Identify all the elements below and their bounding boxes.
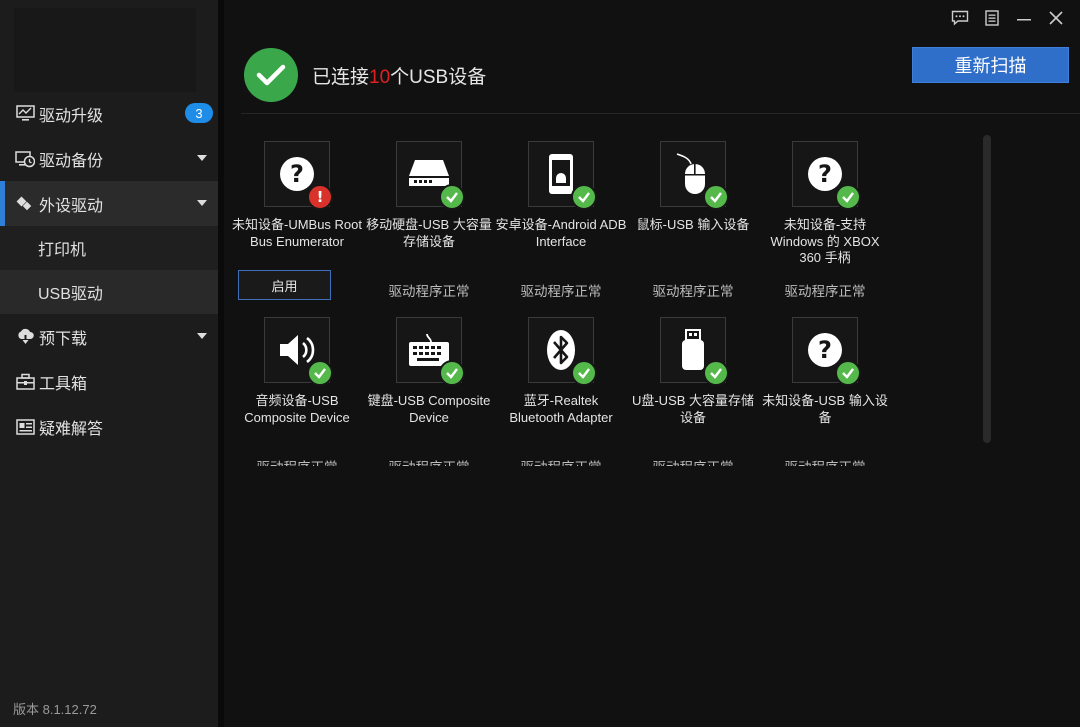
sidebar-item-peripheral-drivers[interactable]: 外设驱动: [0, 181, 218, 226]
monitor-icon: [15, 104, 35, 124]
check-badge-icon: [703, 184, 729, 210]
chevron-down-icon: [197, 155, 207, 161]
logo-area: [14, 8, 196, 92]
update-count-badge: 3: [185, 103, 213, 123]
sidebar-item-label: 工具箱: [39, 375, 88, 393]
driver-status: 驱动程序正常: [520, 284, 602, 299]
enable-button[interactable]: 启用: [238, 270, 331, 300]
cloud-download-icon: [15, 327, 35, 347]
driver-status: 驱动程序正常: [363, 456, 495, 466]
driver-status: 驱动程序正常: [652, 284, 734, 299]
sidebar-item-toolbox[interactable]: 工具箱: [0, 359, 218, 404]
check-badge-icon: [703, 360, 729, 386]
android-phone-icon: [528, 141, 597, 210]
peripheral-icon: [15, 194, 35, 214]
question-icon: ?: [792, 141, 861, 210]
device-name: 未知设备-USB 输入设备: [762, 393, 888, 425]
hard-drive-icon: [396, 141, 465, 210]
sidebar-item-printer[interactable]: 打印机: [0, 226, 218, 270]
close-icon[interactable]: [1042, 6, 1070, 30]
sidebar-item-label: 疑难解答: [39, 420, 104, 438]
question-icon: ?: [792, 317, 861, 386]
question-icon: ? !: [264, 141, 333, 210]
device-name: 鼠标-USB 输入设备: [636, 217, 750, 232]
speaker-icon: [264, 317, 333, 386]
driver-status: 驱动程序正常: [627, 456, 759, 466]
device-name: 未知设备-支持Windows 的 XBOX 360 手柄: [770, 217, 880, 265]
version-label: 版本 8.1.12.72: [13, 702, 97, 717]
menu-icon[interactable]: [978, 6, 1006, 30]
check-badge-icon: [571, 184, 597, 210]
device-name: 音频设备-USB Composite Device: [244, 393, 350, 425]
check-badge-icon: [307, 360, 333, 386]
sidebar: 驱动升级 3 驱动备份 外设驱动 打印机 USB驱动 预下载 工具箱 疑难解答 …: [0, 0, 218, 727]
sidebar-item-predownload[interactable]: 预下载: [0, 314, 218, 359]
error-badge-icon: !: [307, 184, 333, 210]
check-badge-icon: [571, 360, 597, 386]
sidebar-item-troubleshooting[interactable]: 疑难解答: [0, 404, 218, 449]
svg-text:?: ?: [818, 160, 832, 188]
mouse-icon: [660, 141, 729, 210]
minimize-icon[interactable]: [1010, 6, 1038, 30]
svg-text:?: ?: [818, 336, 832, 364]
check-badge-icon: [439, 184, 465, 210]
sidebar-item-driver-upgrade[interactable]: 驱动升级 3: [0, 91, 218, 136]
svg-text:?: ?: [290, 160, 304, 188]
driver-status: 驱动程序正常: [495, 456, 627, 466]
chevron-down-icon: [197, 333, 207, 339]
sidebar-subitem-label: USB驱动: [38, 286, 103, 303]
device-name: 移动硬盘-USB 大容量存储设备: [366, 217, 492, 249]
sidebar-item-label: 驱动备份: [39, 152, 104, 170]
keyboard-icon: [396, 317, 465, 386]
window-controls: [946, 6, 1070, 30]
device-name: 未知设备-UMBus Root Bus Enumerator: [231, 217, 363, 249]
driver-status: 驱动程序正常: [388, 284, 470, 299]
device-name: 安卓设备-Android ADB Interface: [495, 217, 627, 249]
driver-status: 驱动程序正常: [784, 284, 866, 299]
device-name: 键盘-USB Composite Device: [367, 393, 491, 425]
sidebar-item-label: 预下载: [39, 330, 88, 348]
chevron-down-icon: [197, 200, 207, 206]
check-badge-icon: [835, 360, 861, 386]
sidebar-nav: 驱动升级 3 驱动备份 外设驱动 打印机 USB驱动 预下载 工具箱 疑难解答: [0, 91, 218, 449]
toolbox-icon: [15, 372, 35, 392]
sidebar-item-label: 驱动升级: [39, 107, 104, 125]
check-badge-icon: [835, 184, 861, 210]
help-card-icon: [15, 417, 35, 437]
device-name: 蓝牙-Realtek Bluetooth Adapter: [509, 393, 613, 425]
sidebar-item-usb-drivers[interactable]: USB驱动: [0, 270, 218, 314]
sidebar-subitem-label: 打印机: [38, 242, 87, 259]
check-badge-icon: [439, 360, 465, 386]
sidebar-item-label: 外设驱动: [39, 197, 104, 215]
bluetooth-icon: [528, 317, 597, 386]
driver-status: 驱动程序正常: [231, 456, 363, 466]
usb-drive-icon: [660, 317, 729, 386]
main-panel: 已连接10个USB设备 重新扫描 ? ! 未知设备-UMBus Root Bus…: [224, 0, 1080, 727]
backup-clock-icon: [15, 149, 35, 169]
driver-status: 驱动程序正常: [759, 456, 891, 466]
device-list-scrollbar[interactable]: [983, 135, 991, 443]
sidebar-item-driver-backup[interactable]: 驱动备份: [0, 136, 218, 181]
device-name: U盘-USB 大容量存储设备: [631, 393, 755, 425]
device-grid: ? ! 未知设备-UMBus Root Bus Enumerator 启用 移动…: [224, 0, 964, 466]
